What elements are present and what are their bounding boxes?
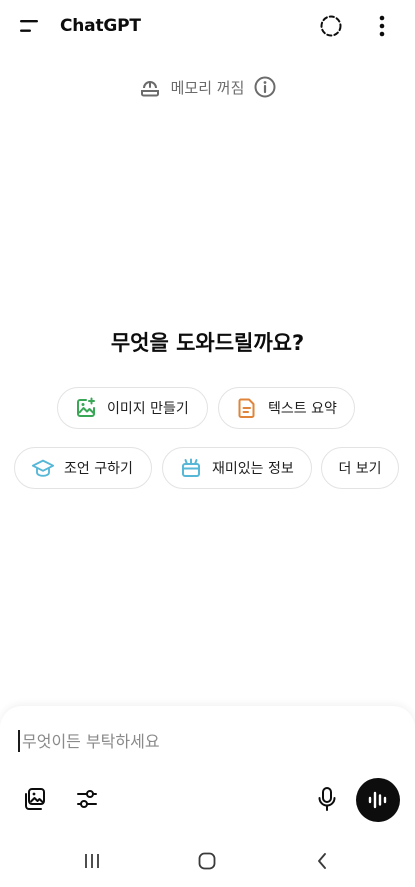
temporary-chat-icon <box>320 15 342 37</box>
image-create-icon <box>74 396 98 420</box>
menu-icon <box>20 20 38 32</box>
memory-icon <box>140 81 159 97</box>
sliders-icon <box>77 790 97 808</box>
tools-button[interactable] <box>71 783 103 815</box>
home-icon <box>198 852 216 870</box>
chip-label: 조언 구하기 <box>64 461 133 477</box>
recent-apps-button[interactable] <box>70 846 114 876</box>
memory-status[interactable]: 메모리 꺼짐 <box>0 70 415 104</box>
menu-button[interactable] <box>14 12 46 40</box>
document-icon <box>235 396 259 420</box>
prompt-input-wrapper[interactable] <box>18 728 398 754</box>
recent-apps-icon <box>85 854 99 868</box>
back-chevron-icon <box>318 853 326 869</box>
voice-mode-button[interactable] <box>356 778 400 822</box>
suggestion-more[interactable]: 더 보기 <box>321 447 399 489</box>
temporary-chat-button[interactable] <box>316 11 346 41</box>
voice-waveform-icon <box>368 791 387 809</box>
system-navigation-bar <box>0 836 415 887</box>
dictation-button[interactable] <box>311 783 343 815</box>
home-button[interactable] <box>185 846 229 876</box>
add-photos-button[interactable] <box>19 783 51 815</box>
suggestion-create-image[interactable]: 이미지 만들기 <box>57 387 208 429</box>
suggestion-summarize-text[interactable]: 텍스트 요약 <box>218 387 355 429</box>
chip-label: 더 보기 <box>338 461 382 477</box>
chip-label: 재미있는 정보 <box>212 461 294 477</box>
app-title: ChatGPT <box>60 16 141 36</box>
chip-label: 텍스트 요약 <box>268 401 337 417</box>
suggestion-fun-facts[interactable]: 재미있는 정보 <box>162 447 312 489</box>
suggestion-get-advice[interactable]: 조언 구하기 <box>14 447 152 489</box>
composer <box>0 706 415 836</box>
photos-icon <box>25 788 45 810</box>
microphone-icon <box>318 787 336 811</box>
welcome-heading: 무엇을 도와드릴까요? <box>110 331 305 355</box>
info-icon[interactable] <box>254 76 276 98</box>
text-caret <box>18 730 20 752</box>
more-vertical-icon <box>379 15 385 37</box>
prompt-input[interactable] <box>22 731 382 751</box>
back-button[interactable] <box>300 846 344 876</box>
top-app-bar: ChatGPT <box>0 0 415 52</box>
chip-label: 이미지 만들기 <box>107 401 189 417</box>
gift-box-icon <box>179 456 203 480</box>
graduation-cap-icon <box>31 456 55 480</box>
memory-status-label: 메모리 꺼짐 <box>170 78 245 97</box>
more-options-button[interactable] <box>368 11 396 41</box>
